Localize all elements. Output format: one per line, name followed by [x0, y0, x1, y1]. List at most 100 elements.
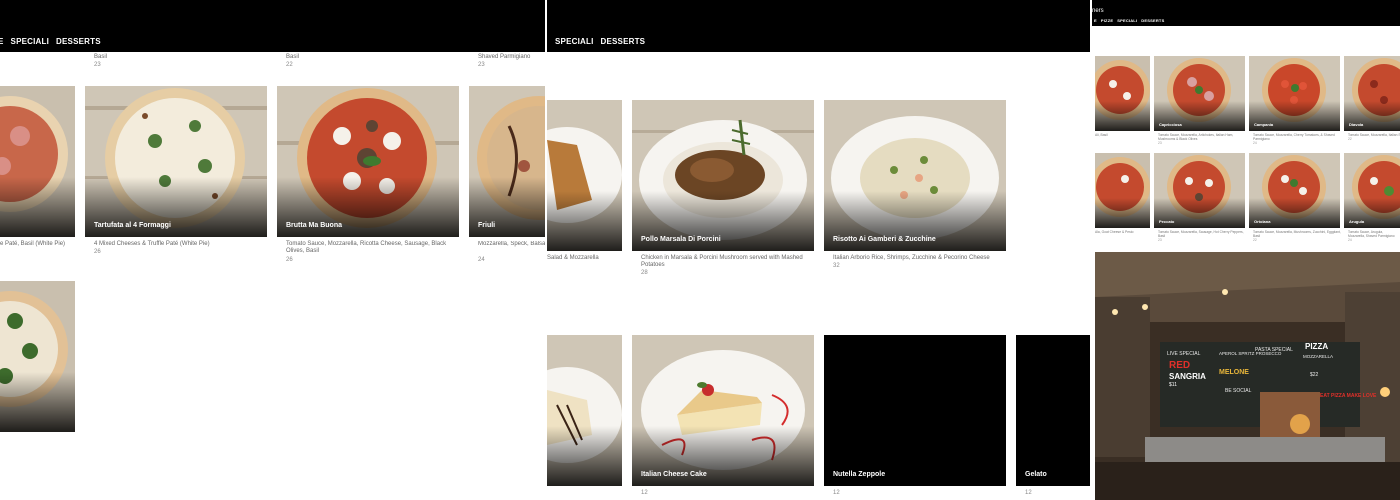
mini-card[interactable]	[1095, 153, 1150, 228]
card-title: Italian Cheese Cake	[641, 471, 707, 478]
chalkboard-social: BE SOCIAL	[1225, 388, 1252, 394]
nav-item-pizze[interactable]: PIZZE	[1101, 18, 1113, 23]
top-nav-bar: ners E PIZZE SPECIALI DESSERTS	[1092, 0, 1400, 26]
item-price: 24	[1348, 238, 1352, 242]
item-desc: Ali, Basil	[1095, 133, 1108, 137]
restaurant-interior-photo: LIVE SPECIAL RED SANGRIA $11 APEROL SPRI…	[1095, 252, 1400, 500]
item-desc: Tomato Sauce, Mozzarella, Artichokes, It…	[1158, 133, 1234, 141]
nav-item-desserts[interactable]: DESSERTS	[1141, 18, 1164, 23]
panel-speciali: SPECIALI DESSERTS Salad & Mozzarella Pol…	[547, 0, 1090, 500]
item-price: 26	[286, 257, 293, 263]
item-price: 32	[833, 263, 840, 269]
item-price: 23	[1158, 141, 1162, 145]
panel-pizze-overview: ners E PIZZE SPECIALI DESSERTS Ali, Basi…	[1092, 0, 1400, 500]
top-nav-bar: SPECIALI DESSERTS	[547, 0, 1090, 52]
nav-item-speciali[interactable]: SPECIALI	[1117, 18, 1137, 23]
item-desc: Salad & Mozzarella	[547, 255, 599, 261]
item-desc: Basil	[94, 54, 108, 60]
item-desc: Italian Arborio Rice, Shrimps, Zucchine …	[833, 255, 990, 261]
menu-card-nutella-zeppole[interactable]: Nutella Zeppole	[824, 335, 1006, 486]
menu-card-italian-cheese-cake[interactable]: Italian Cheese Cake	[632, 335, 814, 486]
item-price: 23	[478, 62, 485, 68]
nav-title: ners	[1092, 8, 1104, 14]
chalkboard-mozzarella: MOZZARELLA	[1303, 354, 1333, 359]
menu-card[interactable]	[0, 281, 75, 432]
card-title: Campania	[1254, 122, 1274, 127]
chalkboard-red: RED	[1169, 360, 1190, 371]
card-title: Brutta Ma Buona	[286, 222, 342, 229]
menu-card[interactable]	[0, 86, 75, 237]
menu-card-pollo-marsala[interactable]: Pollo Marsala Di Porcini	[632, 100, 814, 251]
item-desc: Shaved Parmigiano	[478, 54, 531, 60]
nav-item-desserts[interactable]: DESSERTS	[601, 37, 646, 46]
chalkboard-specials: LIVE SPECIAL	[1167, 351, 1201, 357]
card-shade	[1095, 198, 1150, 228]
menu-card-brutta-ma-buona[interactable]: Brutta Ma Buona	[277, 86, 459, 237]
card-shade	[547, 190, 622, 251]
chalkboard-price1: $11	[1169, 382, 1177, 388]
item-desc: Chicken in Marsala & Porcini Mushroom se…	[641, 255, 803, 268]
top-nav-bar: E SPECIALI DESSERTS	[0, 0, 545, 52]
mini-card-diavola[interactable]: Diavola	[1344, 56, 1400, 131]
item-desc: Tomato Sauce, Mozzarella, Sausage, Hot C…	[1158, 230, 1244, 238]
item-price: 22	[286, 62, 293, 68]
item-desc: Basil	[286, 54, 300, 60]
item-desc: Tomato Sauce, Arugula, Mozzarella, Shave…	[1348, 230, 1395, 238]
chalkboard-sangria: SANGRIA	[1169, 372, 1206, 381]
card-shade	[0, 176, 75, 237]
item-price: 23	[94, 62, 101, 68]
card-title: Risotto Ai Gamberi & Zucchine	[833, 236, 936, 243]
item-desc: Ala, Goat Cheese & Pesto	[1095, 230, 1134, 234]
card-title: Peccato	[1159, 219, 1175, 224]
menu-card[interactable]	[547, 100, 622, 251]
menu-card-tartufata[interactable]: Tartufata al 4 Formaggi	[85, 86, 267, 237]
card-title: Ortolana	[1254, 219, 1271, 224]
item-price: 23	[1158, 238, 1162, 242]
item-desc: Tomato Sauce, Mozzarella, Cherry Tomatoe…	[1253, 133, 1335, 141]
chalkboard-eat-pizza: EAT PIZZA MAKE LOVE	[1320, 393, 1377, 399]
item-desc: Tomato Sauce, Mozzarella, Ricotta Cheese…	[286, 241, 447, 254]
item-price: 22	[1348, 137, 1352, 141]
nav-item-speciali[interactable]: SPECIALI	[11, 37, 50, 46]
mini-card-peccato[interactable]: Peccato	[1154, 153, 1245, 228]
chalkboard-pasta: PASTA SPECIAL	[1255, 347, 1293, 353]
menu-card-risotto[interactable]: Risotto Ai Gamberi & Zucchine	[824, 100, 1006, 251]
card-shade	[1095, 101, 1150, 131]
menu-card[interactable]	[547, 335, 622, 486]
item-price: 12	[1025, 490, 1032, 496]
item-desc: Tomato Sauce, Mozzarella, Mushrooms, Zuc…	[1253, 230, 1341, 238]
mini-card[interactable]	[1095, 56, 1150, 131]
chalkboard-pizza: PIZZA	[1305, 342, 1328, 351]
item-desc: Tomato Sauce, Mozzarella, Italian Sal	[1348, 133, 1400, 137]
item-price: 26	[94, 249, 101, 255]
item-price: 24	[1253, 141, 1257, 145]
card-title: Tartufata al 4 Formaggi	[94, 222, 171, 229]
card-title: Nutella Zeppole	[833, 471, 886, 478]
menu-card-gelato[interactable]: Gelato	[1016, 335, 1090, 486]
card-title: Pollo Marsala Di Porcini	[641, 236, 721, 243]
card-title: Diavola	[1349, 122, 1364, 127]
card-shade	[547, 425, 622, 486]
item-price: 12	[641, 490, 648, 496]
nav-item-partial[interactable]: E	[0, 37, 4, 46]
card-title: Capricciosa	[1159, 122, 1182, 127]
nav-item-speciali[interactable]: SPECIALI	[555, 37, 594, 46]
chalkboard-melone: MELONE	[1219, 369, 1249, 376]
item-desc: Mozzarella, Speck, Balsa Mushrooms	[478, 241, 545, 247]
item-desc: 4 Mixed Cheeses & Truffle Paté (White Pi…	[94, 241, 210, 247]
nav-item-partial[interactable]: E	[1094, 18, 1097, 23]
card-title: Arugula	[1349, 219, 1365, 224]
menu-card-friuli[interactable]: Friuli	[469, 86, 545, 237]
mini-card-arugula[interactable]: Arugula	[1344, 153, 1400, 228]
item-desc: e Paté, Basil (White Pie)	[0, 241, 66, 247]
item-price: 24	[478, 257, 485, 263]
item-price: 28	[641, 270, 648, 276]
item-price: 12	[833, 490, 840, 496]
chalkboard-price2: $22	[1310, 372, 1319, 378]
card-title: Friuli	[478, 222, 496, 229]
mini-card-campania[interactable]: Campania	[1249, 56, 1340, 131]
item-price: 22	[1253, 238, 1257, 242]
mini-card-ortolana[interactable]: Ortolana	[1249, 153, 1340, 228]
mini-card-capricciosa[interactable]: Capricciosa	[1154, 56, 1245, 131]
nav-item-desserts[interactable]: DESSERTS	[56, 37, 101, 46]
